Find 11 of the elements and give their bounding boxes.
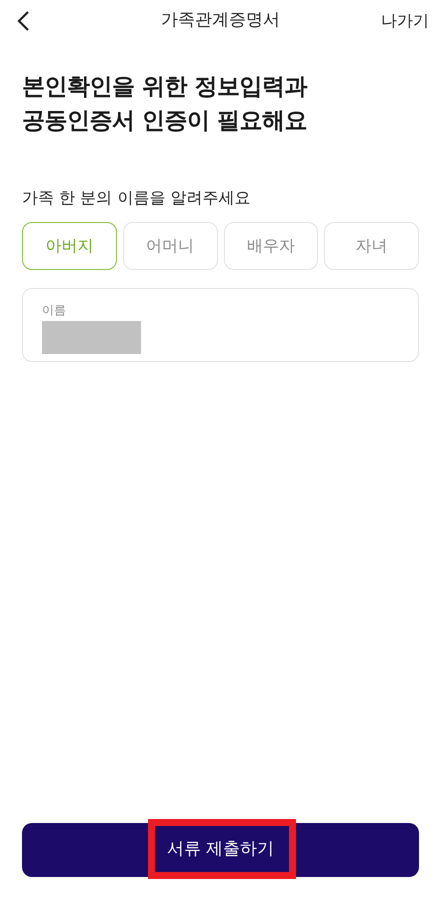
relation-option[interactable]: 어머니	[122, 222, 218, 270]
prompt-text: 가족 한 분의 이름을 알려주세요	[22, 187, 252, 209]
back-icon	[16, 10, 30, 32]
page-heading: 본인확인을 위한 정보입력과 공동인증서 인증이 필요해요	[22, 73, 308, 136]
name-field[interactable]: 이름	[22, 288, 419, 362]
relation-option[interactable]: 아버지	[22, 222, 117, 270]
page-title: 가족관계증명서	[161, 9, 280, 32]
relation-option[interactable]: 배우자	[224, 222, 318, 270]
relation-option[interactable]: 자녀	[324, 222, 419, 270]
field-label: 이름	[42, 302, 67, 319]
exit-button[interactable]: 나가기	[381, 7, 429, 35]
